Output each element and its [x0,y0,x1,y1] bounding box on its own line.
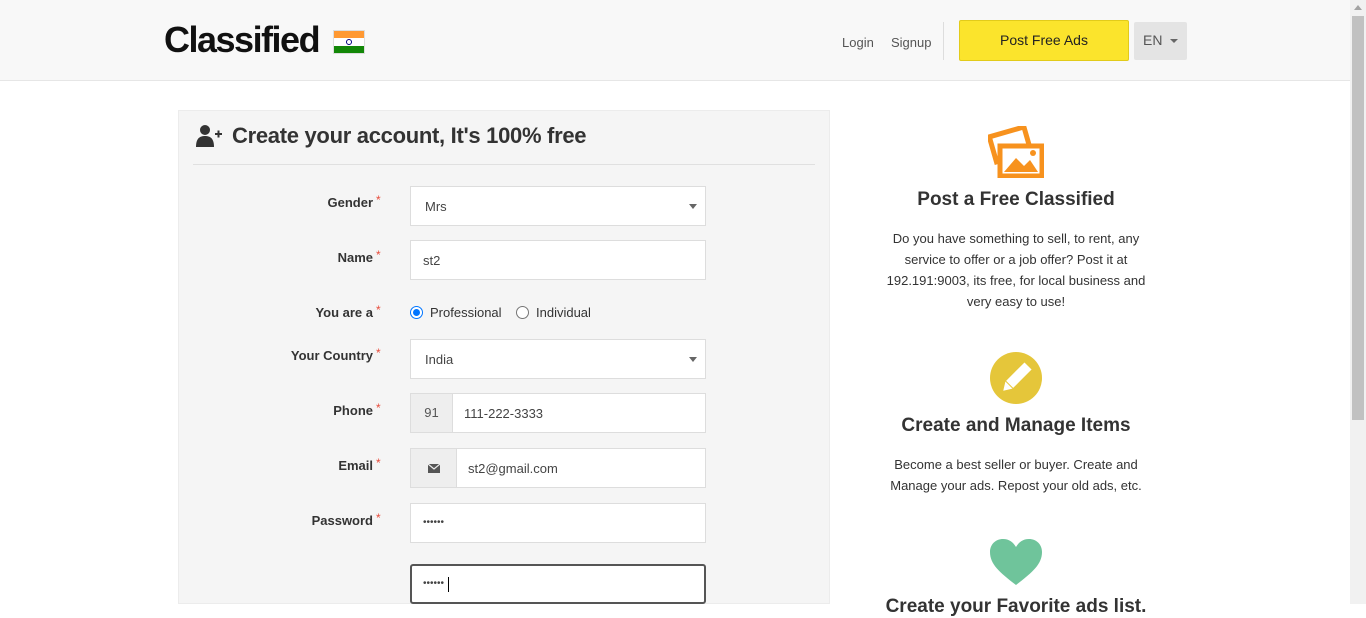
page-scrollbar[interactable] [1350,0,1366,604]
email-input-group[interactable]: st2@gmail.com [410,448,706,488]
chevron-down-icon [1170,39,1179,44]
text-cursor [448,577,449,592]
required-mark: * [376,346,381,360]
password-value: •••••• [423,517,445,528]
phone-input-group[interactable]: 91 111-222-3333 [410,393,706,433]
feature-title: Create and Manage Items [901,415,1131,436]
chevron-down-icon [689,204,697,209]
top-navbar: Classified Login Signup Post Free Ads EN [0,0,1350,81]
india-flag-icon [333,30,365,54]
country-value: India [425,352,454,367]
feature-text: Do you have something to sell, to rent, … [886,231,1146,309]
password-label: Password [311,513,373,528]
required-mark: * [376,303,381,317]
pictures-icon [988,126,1044,178]
country-label: Your Country [290,348,373,363]
feature-text: Become a best seller or buyer. Create an… [890,457,1142,493]
signup-link[interactable]: Signup [891,35,931,50]
required-mark: * [376,511,381,525]
professional-label[interactable]: Professional [430,305,502,320]
user-type-label: You are a [315,305,373,320]
language-selector[interactable]: EN [1134,22,1187,60]
name-value: st2 [423,253,441,268]
gender-label: Gender [327,195,373,210]
phone-country-code: 91 [411,394,453,432]
country-select[interactable]: India [410,339,706,379]
add-user-icon [196,125,222,147]
email-label: Email [338,458,373,473]
name-label: Name [337,250,373,265]
required-mark: * [376,193,381,207]
phone-value: 111-222-3333 [464,406,544,421]
individual-radio[interactable] [516,306,529,319]
email-value: st2@gmail.com [468,461,558,476]
gender-select[interactable]: Mrs [410,186,706,226]
language-label: EN [1143,32,1163,48]
post-free-ads-button[interactable]: Post Free Ads [959,20,1129,61]
heart-icon [990,539,1042,585]
required-mark: * [376,248,381,262]
page-title: Create your account, It's 100% free [232,123,587,148]
password-confirm-input[interactable]: •••••• [410,564,706,604]
nav-divider [943,22,944,60]
chevron-down-icon [689,357,697,362]
password-input[interactable]: •••••• [410,503,706,543]
password-confirm-value: •••••• [423,578,445,589]
individual-label[interactable]: Individual [536,305,591,320]
feature-title: Post a Free Classified [917,189,1115,210]
title-divider [193,164,815,165]
pencil-icon [990,352,1042,404]
professional-radio[interactable] [410,306,423,319]
required-mark: * [376,401,381,415]
envelope-icon [411,449,457,487]
site-logo[interactable]: Classified [164,20,321,60]
name-input[interactable]: st2 [410,240,706,280]
phone-label: Phone [333,403,373,418]
feature-title: Create your Favorite ads list. [885,596,1147,617]
gender-value: Mrs [425,199,447,214]
required-mark: * [376,456,381,470]
login-link[interactable]: Login [842,35,874,50]
scroll-thumb[interactable] [1352,16,1364,420]
scroll-up-arrow-icon[interactable] [1354,5,1362,10]
